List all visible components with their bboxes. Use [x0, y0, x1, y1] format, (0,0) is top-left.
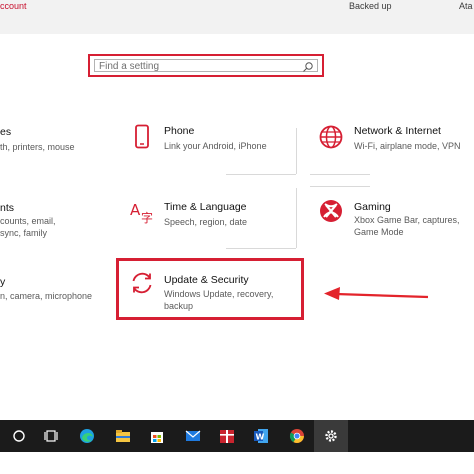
page-bottom-margin	[0, 452, 474, 474]
word-icon: W	[254, 429, 268, 443]
file-explorer-icon	[116, 430, 130, 442]
search-icon	[13, 430, 25, 442]
backup-status-text: Backed up	[349, 1, 392, 11]
tile-system-title: es	[0, 126, 12, 138]
truncated-status-text: Ata	[459, 1, 473, 11]
taskbar-store[interactable]	[140, 420, 174, 452]
search-placeholder: Find a setting	[99, 61, 160, 72]
task-view-icon	[44, 430, 58, 442]
pointer-arrow-icon	[324, 287, 429, 300]
xbox-icon	[320, 200, 342, 222]
top-status-bar: ccount Backed up Ata	[0, 0, 474, 34]
taskbar-word[interactable]: W	[244, 420, 278, 452]
taskbar-edge[interactable]	[70, 420, 104, 452]
taskbar: W	[0, 420, 474, 452]
account-link[interactable]: ccount	[0, 0, 27, 12]
tile-phone-desc: Link your Android, iPhone	[164, 141, 267, 151]
tile-system-desc: th, printers, mouse	[0, 142, 75, 152]
search-box[interactable]: Find a setting	[88, 54, 324, 77]
grid-separator	[296, 188, 297, 248]
taskbar-chrome[interactable]	[280, 420, 314, 452]
gift-icon	[220, 430, 234, 443]
chrome-icon	[289, 429, 304, 443]
search-icon	[303, 62, 313, 72]
tile-phone[interactable]: Phone Link your Android, iPhone	[126, 122, 296, 172]
taskbar-task-view[interactable]	[34, 420, 68, 452]
tile-gaming-desc: Xbox Game Bar, captures, Game Mode	[354, 215, 460, 237]
tile-network-desc: Wi-Fi, airplane mode, VPN	[354, 141, 461, 151]
svg-text:A: A	[130, 201, 141, 219]
mail-icon	[185, 430, 201, 441]
tile-time-title: Time & Language	[164, 201, 247, 213]
tile-accounts[interactable]: nts counts, email, sync, family	[0, 200, 100, 245]
grid-separator	[310, 186, 370, 187]
tile-network[interactable]: Network & Internet Wi-Fi, airplane mode,…	[316, 122, 474, 172]
tile-gaming-title: Gaming	[354, 201, 391, 213]
phone-icon	[135, 124, 149, 149]
taskbar-mail[interactable]	[176, 420, 210, 452]
tile-accounts-title: nts	[0, 202, 15, 214]
store-icon	[151, 432, 163, 443]
search-input[interactable]: Find a setting	[94, 59, 318, 72]
edge-icon	[80, 429, 94, 443]
svg-text:字: 字	[141, 210, 153, 224]
tile-privacy[interactable]: y n, camera, microphone	[0, 276, 110, 306]
tile-accounts-desc: counts, email, sync, family	[0, 216, 56, 238]
tile-gaming[interactable]: Gaming Xbox Game Bar, captures, Game Mod…	[316, 198, 474, 248]
tile-phone-title: Phone	[164, 125, 195, 137]
highlight-frame	[116, 258, 304, 320]
tile-privacy-desc: n, camera, microphone	[0, 291, 93, 301]
settings-icon	[325, 430, 337, 442]
tile-network-title: Network & Internet	[354, 125, 441, 137]
svg-text:W: W	[256, 433, 265, 442]
grid-separator	[310, 174, 370, 175]
taskbar-search[interactable]	[2, 420, 36, 452]
grid-separator	[226, 174, 296, 175]
time-language-icon: A 字	[130, 201, 153, 224]
taskbar-file-explorer[interactable]	[106, 420, 140, 452]
grid-separator	[226, 248, 296, 249]
tile-time-language[interactable]: A 字 Time & Language Speech, region, date	[126, 198, 296, 248]
grid-separator	[296, 128, 297, 174]
tile-privacy-title: y	[0, 276, 6, 288]
globe-icon	[319, 125, 343, 149]
tile-time-desc: Speech, region, date	[164, 217, 248, 227]
taskbar-gift[interactable]	[210, 420, 244, 452]
taskbar-settings[interactable]	[314, 420, 348, 452]
tile-system[interactable]: es th, printers, mouse	[0, 124, 100, 164]
